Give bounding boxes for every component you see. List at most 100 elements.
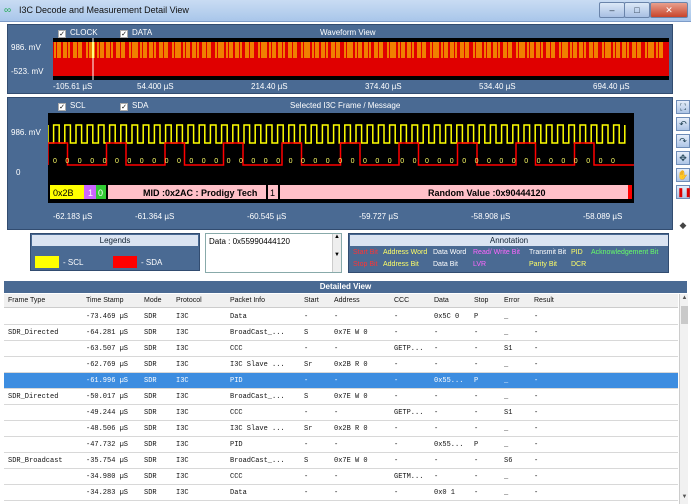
sda-label: SDA bbox=[132, 101, 149, 110]
palette-icon[interactable]: ◆ bbox=[676, 219, 690, 233]
minimize-button[interactable]: – bbox=[599, 2, 625, 18]
table-cell: I3C bbox=[176, 489, 189, 497]
column-header[interactable]: Data bbox=[434, 297, 449, 304]
bit-value-mark: 0 bbox=[301, 158, 305, 165]
table-cell: - bbox=[394, 457, 399, 465]
waveform-canvas[interactable] bbox=[53, 38, 669, 80]
bit-value-mark: 0 bbox=[388, 158, 392, 165]
table-cell: P bbox=[474, 377, 479, 385]
scroll-thumb[interactable] bbox=[681, 306, 688, 324]
table-cell: - bbox=[434, 473, 439, 481]
bit-value-mark: 0 bbox=[375, 158, 379, 165]
table-cell: -63.507 µS bbox=[86, 345, 129, 353]
column-header[interactable]: Stop bbox=[474, 297, 488, 304]
top-x-tick-label: -105.61 µS bbox=[53, 82, 93, 91]
table-cell: - bbox=[434, 425, 439, 433]
column-header[interactable]: Error bbox=[504, 297, 520, 304]
table-row[interactable]: -62.769 µS SDR I3C I3C Slave ... Sr 0x2B R 0 -… bbox=[4, 357, 678, 373]
bit-value-mark: 0 bbox=[289, 158, 293, 165]
window-title: I3C Decode and Measurement Detail View bbox=[19, 5, 189, 15]
expand-icon[interactable]: ✥ bbox=[676, 151, 690, 165]
decode-mid-text: MID :0x2AC : Prodigy Tech bbox=[143, 188, 257, 198]
table-row[interactable]: SDR_Directed -64.281 µS SDR I3C BroadCast_..… bbox=[4, 325, 678, 341]
table-cell: - bbox=[334, 345, 339, 353]
table-cell: I3C bbox=[176, 377, 189, 385]
table-cell: I3C bbox=[176, 361, 189, 369]
legends-title: Legends bbox=[32, 235, 198, 246]
table-cell: SDR_Directed bbox=[8, 393, 59, 401]
table-cell: - bbox=[534, 377, 539, 385]
pan-hand-icon[interactable]: ✋ bbox=[676, 168, 690, 182]
table-row[interactable]: -48.506 µS SDR I3C I3C Slave ... Sr 0x2B R 0 -… bbox=[4, 421, 678, 437]
table-row[interactable]: -34.283 µS SDR I3C Data - - - 0x0 1 - _ - bbox=[4, 485, 678, 501]
table-cell: I3C bbox=[176, 329, 189, 337]
redo-icon[interactable]: ↷ bbox=[676, 134, 690, 148]
table-cell: BroadCast_... bbox=[230, 457, 285, 465]
table-scrollbar[interactable]: ▲ ▼ bbox=[679, 294, 688, 504]
scroll-up-icon[interactable]: ▲ bbox=[680, 295, 689, 304]
table-cell: CCC bbox=[230, 345, 243, 353]
bit-value-mark: 0 bbox=[611, 158, 615, 165]
annotation-item: Stop Bit bbox=[353, 261, 378, 268]
databox-scrollbar[interactable]: ▲ ▼ bbox=[332, 234, 341, 272]
column-header[interactable]: Frame Type bbox=[8, 297, 45, 304]
bit-value-mark: 0 bbox=[127, 158, 131, 165]
table-cell: - bbox=[394, 393, 399, 401]
clock-label: CLOCK bbox=[70, 28, 98, 37]
bit-value-mark: 0 bbox=[524, 158, 528, 165]
sda-checkbox[interactable]: ✓ SDA bbox=[120, 101, 148, 111]
undo-icon[interactable]: ↶ bbox=[676, 117, 690, 131]
data-checkbox[interactable]: ✓ DATA bbox=[120, 28, 152, 38]
mid-x-tick-label: -58.089 µS bbox=[583, 212, 623, 221]
column-header[interactable]: CCC bbox=[394, 297, 409, 304]
table-cell: - bbox=[394, 377, 399, 385]
maximize-button[interactable]: □ bbox=[624, 2, 650, 18]
table-row[interactable]: -61.996 µS SDR I3C PID - - - 0x55... P _ - bbox=[4, 373, 678, 389]
detailed-view-header: Detailed View bbox=[4, 281, 687, 293]
table-cell: SDR bbox=[144, 425, 157, 433]
table-cell: - bbox=[304, 473, 309, 481]
table-cell: I3C Slave ... bbox=[230, 425, 285, 433]
column-header[interactable]: Mode bbox=[144, 297, 162, 304]
table-cell: - bbox=[304, 441, 309, 449]
scl-checkbox[interactable]: ✓ SCL bbox=[58, 101, 86, 111]
table-cell: I3C bbox=[176, 473, 189, 481]
bit-value-mark: 0 bbox=[475, 158, 479, 165]
table-row[interactable]: -73.469 µS SDR I3C Data - - - 0x5C 0 P _ - bbox=[4, 309, 678, 325]
detailed-view-table: Frame Type Time Stamp Mode Protocol Packet I… bbox=[4, 294, 678, 504]
bit-value-mark: 0 bbox=[313, 158, 317, 165]
data-textbox[interactable]: Data : 0x55990444120 ▲ ▼ bbox=[205, 233, 342, 273]
table-row[interactable]: -49.244 µS SDR I3C CCC - - GETP... - - S1 - bbox=[4, 405, 678, 421]
column-header[interactable]: Result bbox=[534, 297, 554, 304]
column-header[interactable]: Packet Info bbox=[230, 297, 265, 304]
column-header[interactable]: Address bbox=[334, 297, 360, 304]
table-cell: - bbox=[534, 409, 539, 417]
column-header[interactable]: Protocol bbox=[176, 297, 202, 304]
column-header[interactable]: Start bbox=[304, 297, 319, 304]
table-row[interactable]: SDR_Directed -50.017 µS SDR I3C BroadCast_..… bbox=[4, 389, 678, 405]
checkmark-icon: ✓ bbox=[120, 103, 128, 111]
scroll-down-icon[interactable]: ▼ bbox=[680, 494, 689, 503]
bit-value-mark: 0 bbox=[425, 158, 429, 165]
table-cell: - bbox=[534, 393, 539, 401]
table-cell: I3C bbox=[176, 457, 189, 465]
table-row[interactable]: -47.732 µS SDR I3C PID - - - 0x55... P _ - bbox=[4, 437, 678, 453]
table-cell: Data bbox=[230, 489, 247, 497]
close-button[interactable]: ✕ bbox=[650, 2, 688, 18]
table-row[interactable]: SDR_Broadcast -35.754 µS SDR I3C BroadCast_.… bbox=[4, 453, 678, 469]
mid-x-tick-label: -61.364 µS bbox=[135, 212, 175, 221]
pause-icon[interactable]: ❚❚ bbox=[676, 185, 691, 199]
table-cell: - bbox=[434, 409, 439, 417]
table-row[interactable]: -34.980 µS SDR I3C CCC - - GETM... - - _ - bbox=[4, 469, 678, 485]
table-cell: SDR bbox=[144, 441, 157, 449]
top-x-tick-label: 534.40 µS bbox=[479, 82, 516, 91]
side-toolbar: ⛶ ↶ ↷ ✥ ✋ ❚❚ ◆ bbox=[676, 97, 691, 237]
table-cell: _ bbox=[504, 441, 509, 449]
table-cell: 0x5C 0 bbox=[434, 313, 460, 321]
frame-waveform-canvas[interactable]: 0 0 0 0 0 0 0 0 0 0 0 0 0 0 0 0 0 0 0 0 0 0 0 0 0 0 0 0 0 0 0 0 0 0 0 0 0 0 0 0… bbox=[47, 113, 634, 203]
column-header[interactable]: Time Stamp bbox=[86, 297, 123, 304]
clock-checkbox[interactable]: ✓ CLOCK bbox=[58, 28, 98, 38]
zoom-fit-icon[interactable]: ⛶ bbox=[676, 100, 690, 114]
bit-value-mark: 0 bbox=[189, 158, 193, 165]
table-row[interactable]: -63.507 µS SDR I3C CCC - - GETP... - - S1 - bbox=[4, 341, 678, 357]
